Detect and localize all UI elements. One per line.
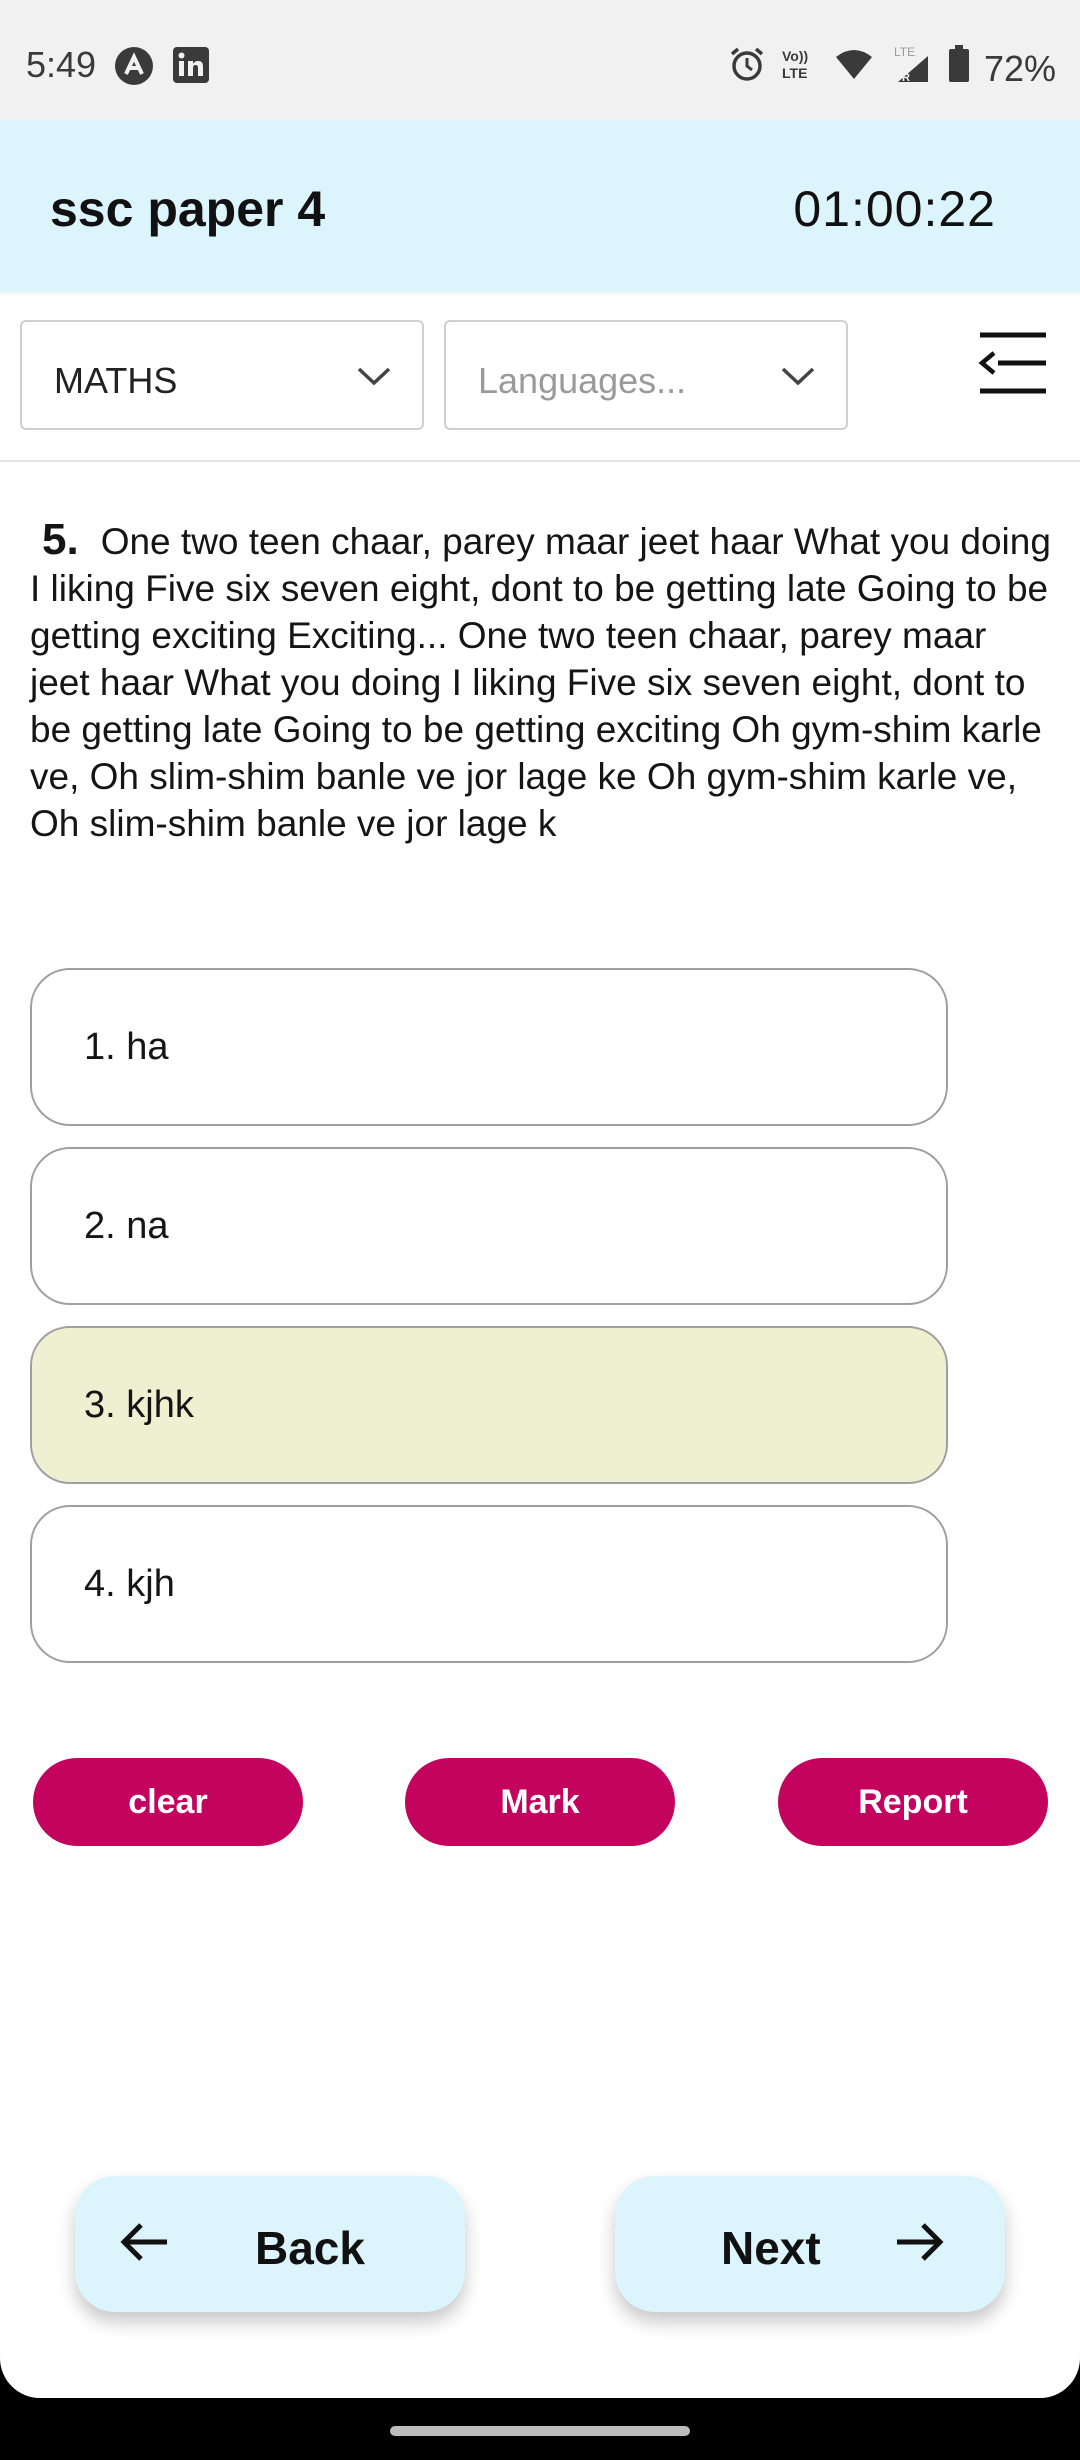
language-dropdown-placeholder: Languages...	[478, 360, 687, 401]
arrow-left-icon	[119, 2220, 171, 2275]
screen: 5:49 Vo)) LTE LTE R 72% ssc paper 4 01:0…	[0, 0, 1080, 2398]
question-menu-icon[interactable]	[976, 330, 1050, 401]
app-notification-icon	[114, 46, 154, 91]
option-3[interactable]: 3. kjhk	[30, 1326, 948, 1484]
battery-percent: 72%	[983, 47, 1056, 89]
mark-button[interactable]: Mark	[405, 1758, 675, 1846]
report-button[interactable]: Report	[778, 1758, 1048, 1846]
linkedin-icon	[172, 46, 210, 91]
volte-icon: Vo)) LTE	[780, 44, 820, 93]
option-label: 4. kjh	[84, 1562, 175, 1605]
next-button-label: Next	[721, 2222, 821, 2274]
exam-timer: 01:00:22	[793, 181, 996, 237]
app-header: ssc paper 4 01:00:22	[0, 120, 1080, 292]
question-text: One two teen chaar, parey maar jeet haar…	[30, 521, 1051, 844]
wifi-icon	[834, 47, 874, 90]
subject-dropdown[interactable]: MATHS	[20, 320, 424, 430]
chevron-down-icon	[780, 364, 816, 393]
option-4[interactable]: 4. kjh	[30, 1505, 948, 1663]
next-button[interactable]: Next	[615, 2176, 1005, 2312]
svg-text:R: R	[902, 72, 910, 84]
status-bar: 5:49 Vo)) LTE LTE R 72%	[0, 0, 1080, 120]
page-title: ssc paper 4	[50, 181, 326, 237]
question-number: 5.	[42, 515, 79, 564]
gesture-navigation-bar[interactable]	[390, 2426, 690, 2436]
option-2[interactable]: 2. na	[30, 1147, 948, 1305]
status-time: 5:49	[26, 44, 97, 85]
alarm-icon	[728, 45, 766, 92]
back-button[interactable]: Back	[75, 2176, 465, 2312]
status-left-icons	[114, 46, 210, 91]
filter-bar: MATHS Languages...	[0, 292, 1080, 462]
arrow-right-icon	[893, 2220, 945, 2275]
option-label: 1. ha	[84, 1025, 169, 1068]
svg-text:LTE: LTE	[782, 65, 807, 81]
option-label: 2. na	[84, 1204, 169, 1247]
svg-text:LTE: LTE	[894, 45, 915, 59]
battery-icon	[948, 45, 970, 92]
svg-text:Vo)): Vo))	[782, 48, 808, 64]
clear-button[interactable]: clear	[33, 1758, 303, 1846]
chevron-down-icon	[356, 364, 392, 393]
subject-dropdown-value: MATHS	[54, 360, 178, 401]
option-label: 3. kjhk	[84, 1383, 194, 1426]
option-1[interactable]: 1. ha	[30, 968, 948, 1126]
question-text-block: 5. One two teen chaar, parey maar jeet ha…	[30, 516, 1054, 847]
status-right-icons: Vo)) LTE LTE R 72%	[728, 44, 1056, 93]
language-dropdown[interactable]: Languages...	[444, 320, 848, 430]
signal-icon: LTE R	[888, 44, 934, 93]
back-button-label: Back	[255, 2222, 365, 2274]
